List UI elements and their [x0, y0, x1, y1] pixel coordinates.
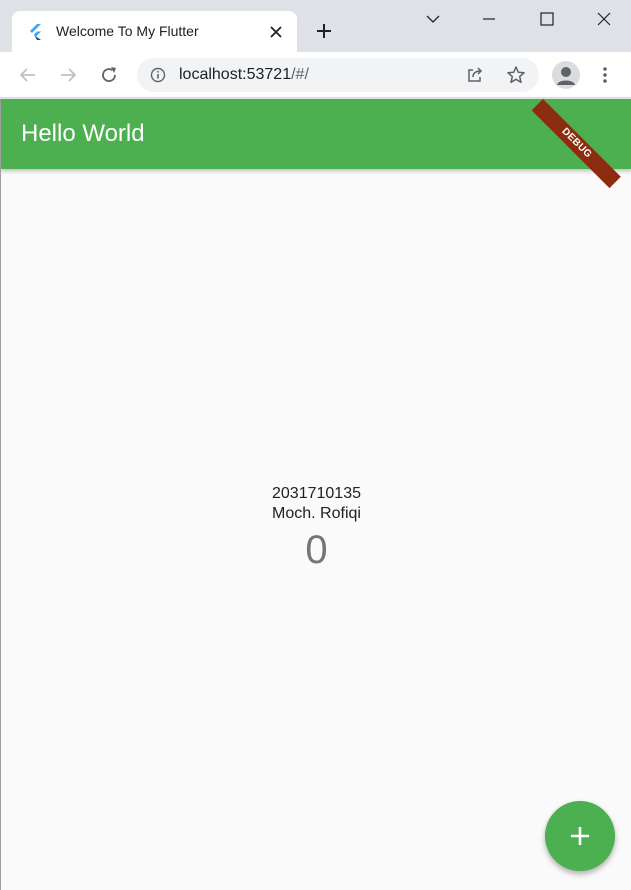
profile-icon[interactable] [552, 61, 580, 89]
close-icon[interactable] [268, 24, 284, 40]
chevron-down-icon[interactable] [424, 10, 442, 28]
browser-tab[interactable]: Welcome To My Flutter [12, 11, 297, 52]
close-window-icon[interactable] [595, 10, 613, 28]
star-icon[interactable] [506, 65, 526, 85]
student-id: 2031710135 [272, 485, 361, 502]
plus-icon [571, 827, 589, 845]
tab-title: Welcome To My Flutter [56, 23, 199, 39]
counter-value: 0 [305, 528, 328, 572]
back-arrow-icon[interactable] [18, 65, 38, 85]
maximize-icon[interactable] [538, 10, 556, 28]
browser-toolbar: localhost:53721/#/ [0, 52, 631, 98]
flutter-logo-icon [30, 24, 41, 40]
url-host: localhost:53721 [179, 66, 292, 83]
minimize-icon[interactable] [480, 10, 498, 28]
content-column: 2031710135 Moch. Rofiqi 0 [1, 484, 631, 574]
info-icon[interactable] [150, 67, 166, 83]
increment-button[interactable] [545, 801, 615, 871]
tab-strip: Welcome To My Flutter [0, 0, 631, 52]
app-bar-title: Hello World [21, 120, 145, 147]
student-name: Moch. Rofiqi [272, 505, 361, 522]
forward-arrow-icon[interactable] [58, 65, 78, 85]
plus-icon[interactable] [314, 21, 334, 41]
reload-icon[interactable] [99, 65, 119, 85]
address-bar[interactable]: localhost:53721/#/ [137, 58, 539, 92]
kebab-menu-icon[interactable] [597, 65, 613, 85]
url-text[interactable]: localhost:53721/#/ [179, 66, 309, 84]
flutter-app: Hello World DEBUG 2031710135 Moch. Rofiq… [0, 99, 631, 890]
share-icon[interactable] [466, 66, 484, 84]
url-path: /#/ [291, 66, 309, 83]
